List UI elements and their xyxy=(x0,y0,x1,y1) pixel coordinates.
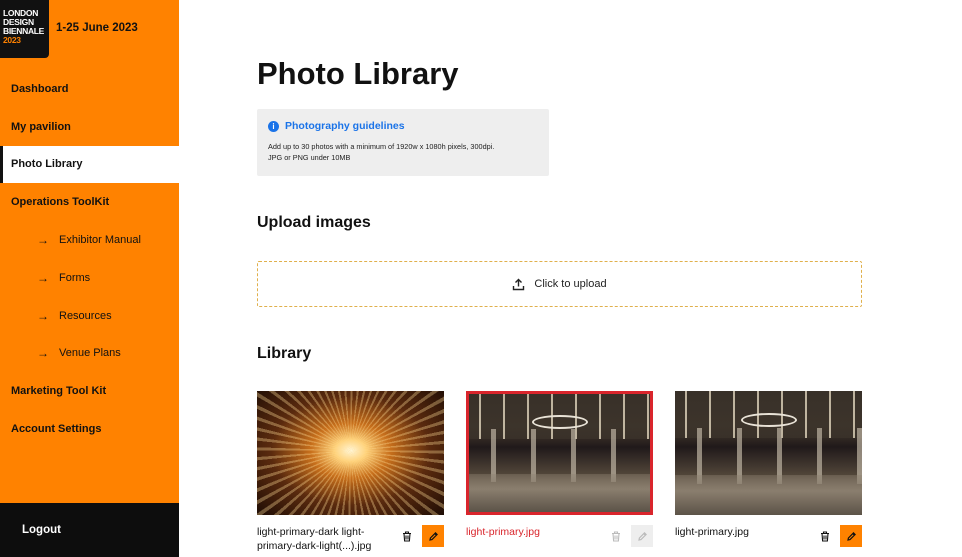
upload-images-heading: Upload images xyxy=(257,214,371,231)
delete-button[interactable] xyxy=(605,525,627,547)
sidebar-item-photo-library[interactable]: Photo Library xyxy=(0,145,179,184)
sidebar-item-label: Venue Plans xyxy=(59,347,121,360)
delete-button[interactable] xyxy=(396,525,418,547)
logout-button[interactable]: Logout xyxy=(0,503,179,557)
sidebar-item-account-settings[interactable]: Account Settings xyxy=(0,410,179,448)
photography-guidelines-box: i Photography guidelines Add up to 30 ph… xyxy=(257,109,549,176)
arrow-right-icon: → xyxy=(37,233,49,248)
library-heading: Library xyxy=(257,345,312,362)
photo-thumbnail[interactable] xyxy=(466,391,653,515)
arrow-right-icon: → xyxy=(37,346,49,361)
sidebar-item-label: My pavilion xyxy=(11,120,71,133)
edit-button[interactable] xyxy=(840,525,862,547)
photo-card: light-primary.jpg xyxy=(675,391,862,547)
photo-thumbnail[interactable] xyxy=(675,391,862,515)
sidebar-item-dashboard[interactable]: Dashboard xyxy=(0,70,179,108)
photo-card: light-primary-dark light- primary-dark-l… xyxy=(257,391,444,553)
arrow-right-icon: → xyxy=(37,308,49,323)
sidebar-item-operations-toolkit[interactable]: Operations ToolKit xyxy=(0,183,179,221)
sidebar-nav: Dashboard My pavilion Photo Library Oper… xyxy=(0,70,179,448)
trash-icon xyxy=(821,530,829,542)
upload-dropzone[interactable]: Click to upload xyxy=(257,261,862,307)
photo-detail xyxy=(675,475,862,515)
photo-actions xyxy=(396,525,444,547)
photo-detail xyxy=(469,474,650,512)
sidebar-item-label: Exhibitor Manual xyxy=(59,234,141,247)
guidelines-heading[interactable]: i Photography guidelines xyxy=(268,120,538,132)
sidebar-item-exhibitor-manual[interactable]: → Exhibitor Manual xyxy=(0,221,179,259)
sidebar-item-forms[interactable]: → Forms xyxy=(0,259,179,297)
sidebar-item-label: Forms xyxy=(59,271,91,284)
page-title: Photo Library xyxy=(257,56,459,91)
edit-button[interactable] xyxy=(422,525,444,547)
info-icon: i xyxy=(268,120,279,132)
sidebar-item-my-pavilion[interactable]: My pavilion xyxy=(0,108,179,146)
photo-filename: light-primary.jpg xyxy=(466,525,604,539)
guidelines-line: Add up to 30 photos with a minimum of 19… xyxy=(268,142,495,151)
pencil-icon xyxy=(428,531,438,541)
filename-line: light-primary-dark light- xyxy=(257,526,365,538)
photo-filename: light-primary-dark light- primary-dark-l… xyxy=(257,525,395,553)
biennale-logo[interactable]: LONDON DESIGN BIENNALE 2023 xyxy=(0,0,49,58)
sidebar-item-venue-plans[interactable]: → Venue Plans xyxy=(0,335,179,373)
sidebar-item-label: Resources xyxy=(59,309,112,322)
photo-filename: light-primary.jpg xyxy=(675,525,813,539)
pencil-icon xyxy=(846,531,856,541)
sidebar-item-label: Marketing Tool Kit xyxy=(11,385,107,398)
event-dates: 1-25 June 2023 xyxy=(56,22,138,34)
filename-line: light-primary.jpg xyxy=(675,526,749,538)
sidebar-item-marketing-toolkit[interactable]: Marketing Tool Kit xyxy=(0,372,179,410)
filename-line: light-primary.jpg xyxy=(466,526,540,538)
sidebar-item-label: Account Settings xyxy=(11,423,102,436)
photo-actions xyxy=(814,525,862,547)
trash-icon xyxy=(403,530,411,542)
trash-icon xyxy=(612,530,620,542)
logo-line: 2023 xyxy=(3,35,21,45)
sidebar-item-label: Operations ToolKit xyxy=(11,196,110,209)
edit-button[interactable] xyxy=(631,525,653,547)
photo-actions xyxy=(605,525,653,547)
delete-button[interactable] xyxy=(814,525,836,547)
upload-icon xyxy=(512,278,525,291)
pencil-icon xyxy=(637,531,647,541)
guidelines-text: Add up to 30 photos with a minimum of 19… xyxy=(268,141,538,163)
sidebar-item-label: Photo Library xyxy=(11,158,83,171)
guidelines-line: JPG or PNG under 10MB xyxy=(268,153,351,162)
photo-card: light-primary.jpg xyxy=(466,391,653,547)
photo-thumbnail[interactable] xyxy=(257,391,444,515)
upload-label: Click to upload xyxy=(534,278,607,290)
sidebar-item-resources[interactable]: → Resources xyxy=(0,297,179,335)
sidebar: LONDON DESIGN BIENNALE 2023 1-25 June 20… xyxy=(0,0,179,557)
arrow-right-icon: → xyxy=(37,270,49,285)
brand-header: LONDON DESIGN BIENNALE 2023 1-25 June 20… xyxy=(0,0,179,60)
sidebar-item-label: Dashboard xyxy=(11,82,69,95)
filename-line: primary-dark-light(...).jpg xyxy=(257,540,372,552)
guidelines-heading-label: Photography guidelines xyxy=(285,120,405,132)
